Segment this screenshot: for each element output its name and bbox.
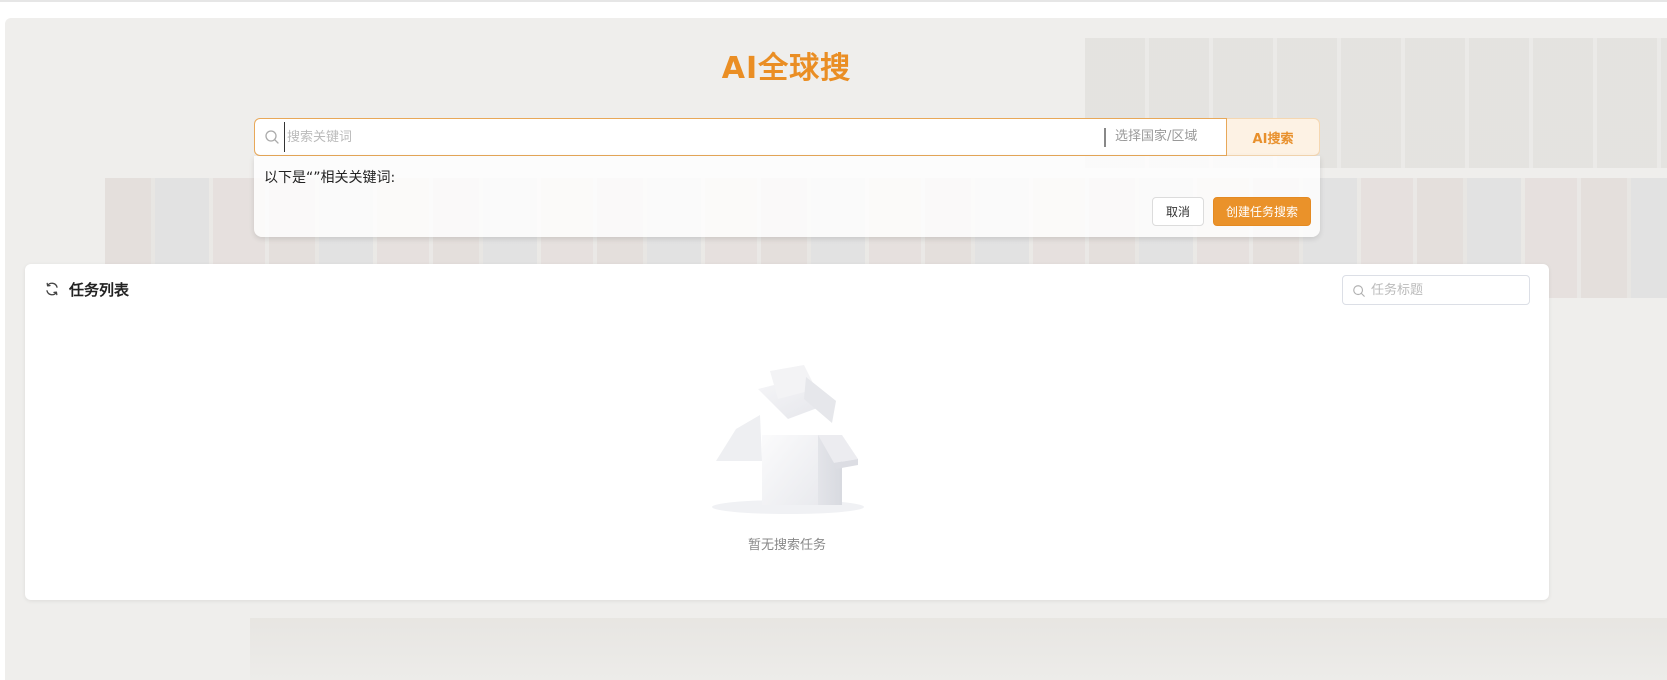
create-task-search-button[interactable]: 创建任务搜索 [1213,197,1311,226]
task-list-card: 任务列表 任务标题 暂无搜索任务 [25,264,1549,600]
ai-search-button[interactable]: AI搜索 [1227,118,1320,156]
page-title: AI全球搜 [721,51,852,86]
empty-box-icon [708,359,868,519]
search-icon [1352,283,1366,297]
search-icon [264,129,280,145]
region-select[interactable]: 选择国家/区域 [1115,119,1197,155]
cancel-button[interactable]: 取消 [1152,197,1204,226]
keyword-suggestion-panel: 以下是“”相关关键词: 取消 创建任务搜索 [254,156,1320,237]
search-bar: 选择国家/区域 AI搜索 [254,118,1320,156]
search-input[interactable] [284,122,1084,152]
background-image-lower [250,618,1667,680]
empty-state-text: 暂无搜索任务 [747,538,826,553]
task-title-search[interactable] [1342,275,1530,305]
search-field[interactable]: 选择国家/区域 [254,118,1227,156]
task-list-title: 任务列表 [69,281,130,299]
keyword-suggestion-text: 以下是“”相关关键词: [264,170,396,186]
task-title-search-input[interactable] [1371,277,1521,303]
region-divider [1104,128,1106,147]
refresh-icon[interactable] [44,281,60,297]
window-top-border [0,0,1667,2]
